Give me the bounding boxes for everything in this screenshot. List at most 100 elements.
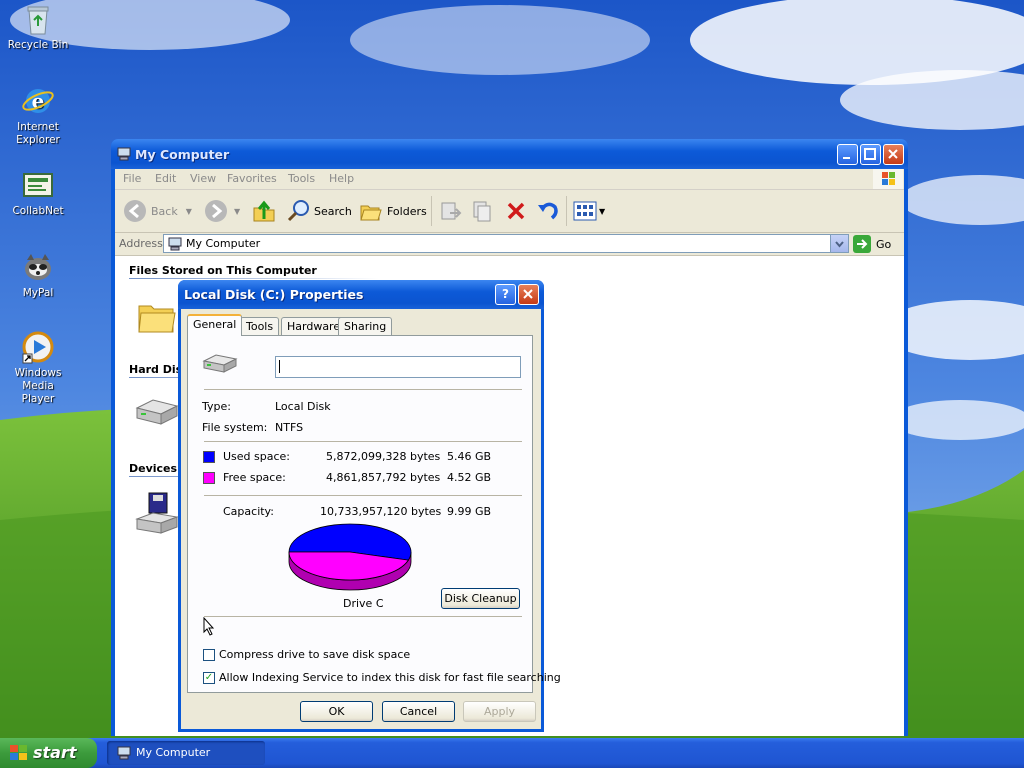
back-arrow-icon: [124, 200, 146, 222]
views-dropdown-icon[interactable]: ▼: [599, 207, 605, 216]
mouse-cursor-icon: [203, 617, 215, 636]
go-button[interactable]: Go: [853, 234, 901, 254]
back-button[interactable]: Back ▼: [123, 198, 192, 224]
desktop-icon-recycle-bin[interactable]: Recycle Bin: [0, 2, 76, 52]
address-bar: Address My Computer Go: [115, 233, 904, 256]
disk-cleanup-button[interactable]: Disk Cleanup: [441, 588, 520, 609]
address-dropdown-button[interactable]: [830, 235, 848, 252]
windows-logo-icon: [873, 169, 903, 189]
menu-file[interactable]: File: [123, 172, 141, 185]
file-system-label: File system:: [202, 421, 268, 434]
cancel-button[interactable]: Cancel: [382, 701, 455, 722]
folders-button[interactable]: Folders: [359, 198, 427, 224]
internet-explorer-label-2: Explorer: [16, 134, 60, 146]
used-space-gb: 5.46 GB: [447, 450, 492, 463]
free-space-swatch: [203, 472, 215, 484]
text-cursor: [279, 360, 280, 373]
taskbar-my-computer[interactable]: My Computer: [107, 741, 265, 765]
copy-to-button[interactable]: [471, 198, 495, 224]
address-label: Address: [119, 237, 163, 250]
menu-favorites[interactable]: Favorites: [227, 172, 277, 185]
menu-view[interactable]: View: [190, 172, 216, 185]
copy-to-icon: [473, 201, 491, 222]
my-computer-titlebar[interactable]: My Computer: [111, 139, 908, 169]
dialog-title: Local Disk (C:) Properties: [184, 287, 364, 302]
indexing-checkbox[interactable]: ✓: [203, 672, 215, 684]
desktop-icon-mypal[interactable]: MyPal: [0, 250, 76, 300]
up-folder-icon: [253, 200, 275, 222]
back-label: Back: [151, 204, 178, 218]
start-button[interactable]: start: [0, 738, 97, 768]
type-value: Local Disk: [275, 400, 331, 413]
file-system-value: NTFS: [275, 421, 304, 434]
dialog-close-button[interactable]: [518, 284, 539, 305]
forward-dropdown-icon[interactable]: ▼: [234, 207, 240, 216]
mypal-icon: [25, 254, 51, 280]
windows-media-player-icon: [22, 331, 54, 364]
maximize-button[interactable]: [860, 144, 881, 165]
menu-help[interactable]: Help: [329, 172, 354, 185]
menu-tools[interactable]: Tools: [288, 172, 315, 185]
mypal-label: MyPal: [22, 287, 54, 299]
volume-label-input[interactable]: [275, 356, 521, 378]
views-icon: [573, 201, 597, 221]
tab-tools[interactable]: Tools: [240, 317, 280, 335]
compress-label: Compress drive to save disk space: [219, 648, 411, 661]
help-icon: ?: [502, 287, 509, 301]
shared-folder-icon[interactable]: [137, 296, 177, 336]
apply-button[interactable]: Apply: [463, 701, 536, 722]
close-icon: [888, 149, 898, 159]
internet-explorer-icon: e: [22, 89, 54, 113]
folders-icon: [360, 205, 382, 221]
tab-hardware[interactable]: Hardware: [281, 317, 347, 335]
up-folder-button[interactable]: [252, 198, 276, 224]
views-button[interactable]: ▼: [573, 198, 605, 224]
address-value: My Computer: [186, 237, 261, 250]
indexing-check-mark: ✓: [204, 672, 214, 683]
menu-edit[interactable]: Edit: [155, 172, 176, 185]
help-button[interactable]: ?: [495, 284, 516, 305]
collabnet-icon: [23, 173, 53, 197]
minimize-icon: [843, 157, 850, 159]
tab-general[interactable]: General: [187, 314, 243, 336]
undo-button[interactable]: [536, 198, 560, 224]
forward-button[interactable]: ▼: [204, 198, 240, 224]
ok-button[interactable]: OK: [300, 701, 373, 722]
separator: [204, 495, 522, 496]
dialog-titlebar[interactable]: Local Disk (C:) Properties ?: [178, 280, 544, 309]
desktop-icon-collabnet[interactable]: CollabNet: [0, 168, 76, 218]
tab-sharing[interactable]: Sharing: [338, 317, 393, 335]
separator: [204, 389, 522, 390]
my-computer-small-icon: [168, 237, 182, 251]
start-label: start: [33, 743, 77, 762]
windows-flag-icon: [10, 745, 27, 760]
address-input[interactable]: My Computer: [163, 234, 849, 253]
disk-usage-pie: [288, 523, 412, 591]
hard-disk-icon[interactable]: [133, 396, 181, 432]
search-button[interactable]: Search: [286, 198, 352, 224]
minimize-button[interactable]: [837, 144, 858, 165]
recycle-bin-icon: [27, 6, 49, 35]
desktop-icon-windows-media-player[interactable]: Windows Media Player: [0, 330, 76, 406]
separator: [204, 616, 522, 617]
delete-button[interactable]: [504, 198, 528, 224]
close-button[interactable]: [883, 144, 904, 165]
my-computer-small-icon: [117, 746, 131, 760]
collabnet-label: CollabNet: [12, 205, 64, 217]
go-arrow-icon: [853, 235, 871, 253]
type-label: Type:: [202, 400, 231, 413]
desktop-icon-internet-explorer[interactable]: e Internet Explorer: [0, 84, 76, 147]
section-devices: Devices: [129, 462, 178, 475]
window-title: My Computer: [135, 147, 230, 162]
section-divider: [129, 278, 379, 279]
free-space-label: Free space:: [223, 471, 286, 484]
used-space-swatch: [203, 451, 215, 463]
capacity-bytes: 10,733,957,120 bytes: [320, 505, 442, 518]
general-tab-panel: Type: Local Disk File system: NTFS Used …: [187, 335, 561, 693]
back-dropdown-icon[interactable]: ▼: [186, 207, 192, 216]
floppy-drive-icon[interactable]: [133, 491, 181, 539]
compress-checkbox[interactable]: [203, 649, 215, 661]
capacity-gb: 9.99 GB: [447, 505, 492, 518]
move-to-button[interactable]: [439, 198, 463, 224]
go-label: Go: [876, 237, 892, 251]
